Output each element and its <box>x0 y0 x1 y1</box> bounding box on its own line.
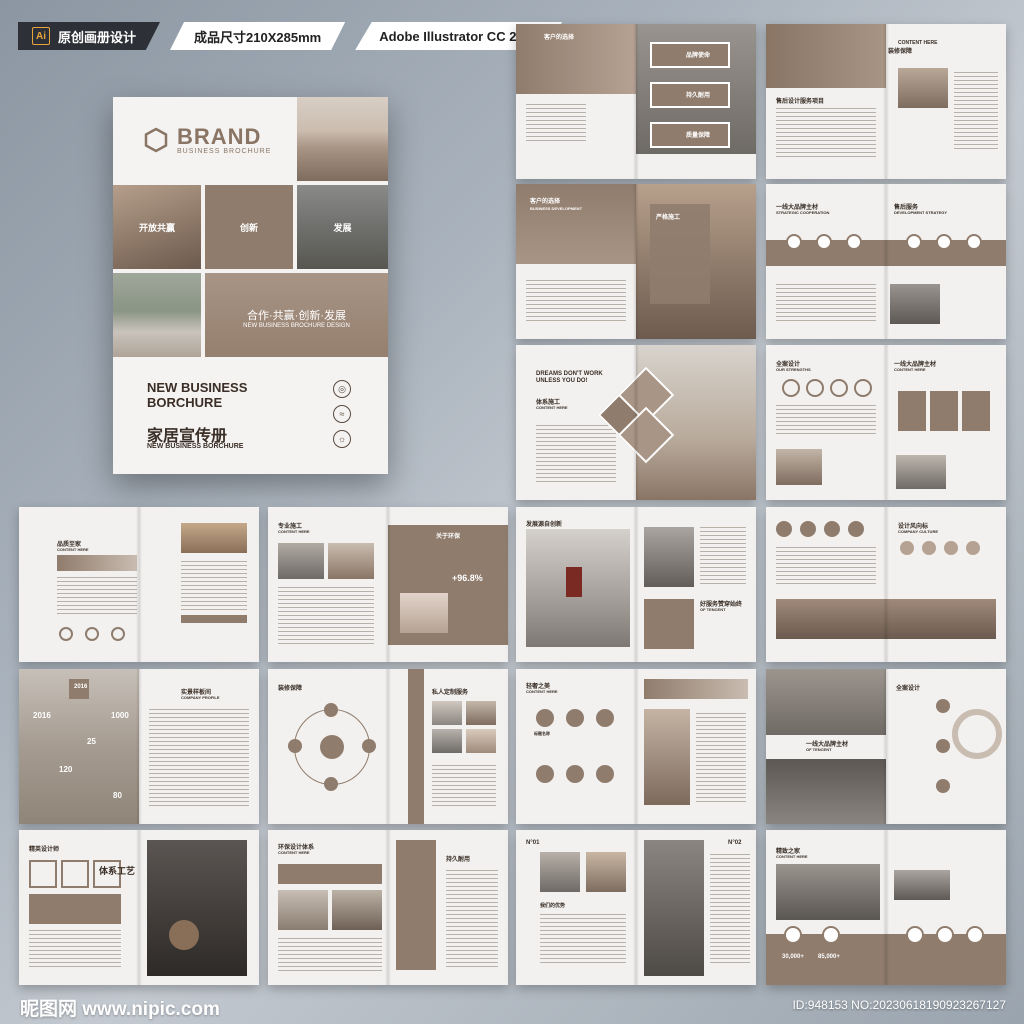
spread-11-num1: 2016 <box>74 684 88 690</box>
spread-16-item: 持久耐用 <box>446 857 471 863</box>
spread-11-year: 2016 <box>33 711 51 720</box>
hexagon-logo-icon <box>144 127 168 153</box>
green-bedroom-photo <box>113 273 201 357</box>
spread-11-sub: COMPANY PROFILE <box>181 695 220 700</box>
spread-8: 专业施工 CONTENT HERE 关于环保 +96.8% <box>268 507 508 662</box>
spread-1-item3: 质量保障 <box>686 133 711 139</box>
spread-17-num1: N°01 <box>526 840 540 846</box>
image-id-label: ID:948153 NO:20230618190923267127 <box>792 998 1006 1012</box>
cover-icon-column: ◎ ≈ ☼ <box>333 380 351 448</box>
spread-18-sub: CONTENT HERE <box>776 854 808 859</box>
tag-original-design-label: 原创画册设计 <box>58 29 137 45</box>
spread-11: 2016 2016 1000 25 120 80 实景样板间 COMPANY P… <box>19 669 259 824</box>
brand-title: BRAND <box>177 123 262 149</box>
spread-3-sub: BUSINESS DEVELOPMENT <box>530 206 583 211</box>
label-innovate: 创新 <box>239 223 258 233</box>
spread-2-subtitle: 售后设计服务项目 <box>776 99 825 105</box>
spread-12-title2: 私人定制服务 <box>432 690 469 696</box>
spread-2-content: CONTENT HERE <box>898 40 938 46</box>
spread-16: 环保设计体系 CONTENT HERE 持久耐用 <box>268 830 508 985</box>
spread-18-stat2: 85,000+ <box>818 954 840 960</box>
spread-15-title2: 体系工艺 <box>99 866 136 876</box>
spread-5-sub: CONTENT HERE <box>536 405 568 410</box>
spread-16-sub: CONTENT HERE <box>278 850 310 855</box>
spread-14-sub: OF TENCENT <box>806 747 832 752</box>
cover-title-cn-sub: NEW BUSINESS BORCHURE <box>147 443 244 450</box>
illustrator-icon: Ai <box>32 27 50 45</box>
spread-4-sub: STRATEGIC COOPERATION <box>776 210 830 215</box>
cover-title: NEW BUSINESS BORCHURE <box>147 380 247 410</box>
spread-11-num4: 120 <box>59 765 73 774</box>
spread-10-sub: COMPANY CULTURE <box>898 529 938 534</box>
spread-2-title: 装修保障 <box>888 49 913 55</box>
spread-9-title: 发展源自创新 <box>526 522 563 528</box>
cover-title-line1: NEW BUSINESS <box>147 380 248 395</box>
tag-original-design: Ai 原创画册设计 <box>18 22 161 50</box>
spread-14-title: 全案设计 <box>896 686 921 692</box>
spread-18-stat1: 30,000+ <box>782 954 804 960</box>
brochure-cover: BRAND BUSINESS BROCHURE 开放共赢 创新 发展 合作·共赢… <box>113 97 388 474</box>
bedroom-photo <box>297 97 388 181</box>
spread-10: 设计风向标 COMPANY CULTURE <box>766 507 1006 662</box>
spread-8-stat: +96.8% <box>452 573 483 583</box>
stair-photo: 开放共赢 <box>113 185 201 269</box>
cover-slogan-sub: NEW BUSINESS BROCHURE DESIGN <box>243 323 350 329</box>
spread-7-sub: CONTENT HERE <box>57 547 89 552</box>
spread-13-label: 标题名称 <box>534 731 550 736</box>
spread-12: 装修保障 私人定制服务 <box>268 669 508 824</box>
brand-block: BRAND BUSINESS BROCHURE <box>113 97 293 183</box>
spread-7: 品质至家 CONTENT HERE <box>19 507 259 662</box>
shelf-photo: 合作·共赢·创新·发展 NEW BUSINESS BROCHURE DESIGN <box>205 273 388 357</box>
top-tag-bar: Ai 原创画册设计 成品尺寸210X285mm Adobe Illustrato… <box>18 22 563 50</box>
spread-1-title: 客户的选择 <box>544 35 575 41</box>
living-photo: 发展 <box>297 185 388 269</box>
spread-1: 客户的选择 品牌使命 持久耐用 质量保障 <box>516 24 756 179</box>
label-develop: 发展 <box>333 223 352 233</box>
spread-5-quote2: UNLESS YOU DO! <box>536 378 588 384</box>
spread-6: 全案设计 OUR STRENGTHS 一线大品牌主材 CONTENT HERE <box>766 345 1006 500</box>
spread-6-sub2: CONTENT HERE <box>894 367 926 372</box>
spread-12-title: 装修保障 <box>278 686 303 692</box>
spread-11-num5: 80 <box>113 791 122 800</box>
spread-5: DREAMS DON'T WORK UNLESS YOU DO! 体系施工 CO… <box>516 345 756 500</box>
spread-17: N°01 N°02 我们的优势 <box>516 830 756 985</box>
label-open: 开放共赢 <box>138 223 175 233</box>
spread-4: 一线大品牌主材 STRATEGIC COOPERATION 售后服务 DEVEL… <box>766 184 1006 339</box>
spread-5-quote1: DREAMS DON'T WORK <box>536 371 603 377</box>
wave-icon: ≈ <box>333 405 351 423</box>
spread-9-sub2: OF TENCENT <box>700 607 726 612</box>
spread-3-item: 严格施工 <box>656 215 681 221</box>
cover-title-line2: BORCHURE <box>147 395 223 410</box>
spread-3-title: 客户的选择 <box>530 199 561 205</box>
spread-17-label: 我们的优势 <box>540 903 566 909</box>
spread-13-sub: CONTENT HERE <box>526 689 558 694</box>
location-icon: ◎ <box>333 380 351 398</box>
spread-9: 发展源自创新 好服务赞穿始终 OF TENCENT <box>516 507 756 662</box>
spread-3: 客户的选择 BUSINESS DEVELOPMENT 严格施工 <box>516 184 756 339</box>
cover-slogan: 合作·共赢·创新·发展 <box>247 310 346 322</box>
spread-8-title2: 关于环保 <box>436 534 461 540</box>
spread-18: 精致之家 CONTENT HERE 30,000+ 85,000+ <box>766 830 1006 985</box>
spread-11-num2: 1000 <box>111 711 129 720</box>
spread-6-sub: OUR STRENGTHS <box>776 367 811 372</box>
brand-subtitle: BUSINESS BROCHURE <box>177 147 272 155</box>
spread-1-item2: 持久耐用 <box>686 93 711 99</box>
site-logo: 昵图网 www.nipic.com <box>20 999 220 1020</box>
spread-11-num3: 25 <box>87 737 96 746</box>
spread-2: 装修保障 售后设计服务项目 CONTENT HERE <box>766 24 1006 179</box>
innovate-tile: 创新 <box>205 185 293 269</box>
spread-1-item1: 品牌使命 <box>686 53 711 59</box>
spread-15: 精英设计师 体系工艺 <box>19 830 259 985</box>
spread-4-sub2: DEVELOPMENT STRATEGY <box>894 210 948 215</box>
sun-icon: ☼ <box>333 430 351 448</box>
spread-15-title: 精英设计师 <box>29 847 60 853</box>
spread-14: 全案设计 一线大品牌主材 OF TENCENT <box>766 669 1006 824</box>
spread-13: 轻奢之美 CONTENT HERE 标题名称 <box>516 669 756 824</box>
spread-17-num2: N°02 <box>728 840 742 846</box>
spread-8-sub: CONTENT HERE <box>278 529 310 534</box>
tag-size: 成品尺寸210X285mm <box>170 22 346 50</box>
